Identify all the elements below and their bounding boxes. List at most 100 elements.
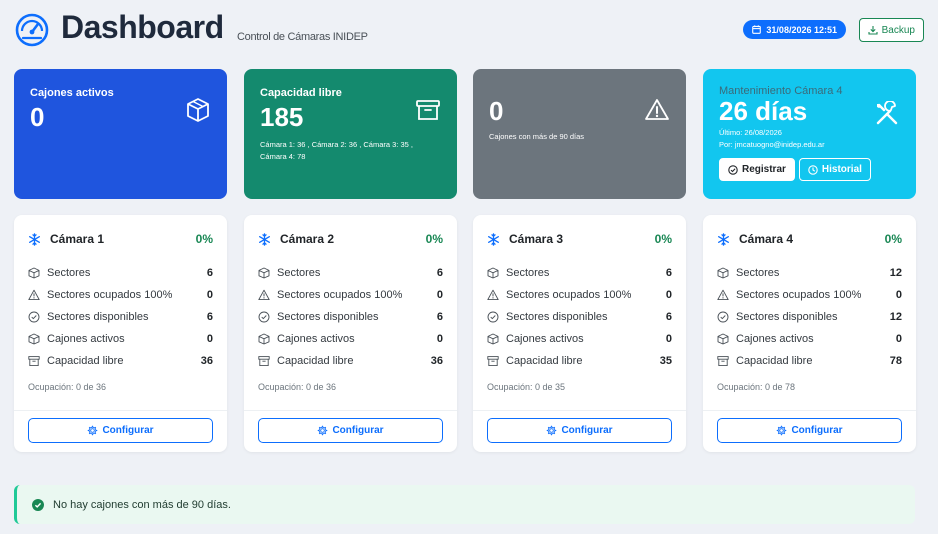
stat-row-label: Capacidad libre [47,355,124,367]
datetime-text: 31/08/2026 12:51 [766,24,837,35]
clock-icon [808,164,818,175]
camera-stat-ocupados: Sectores ocupados 100% 0 [487,284,672,306]
box-icon [487,333,499,345]
stat-row-value: 35 [659,355,672,367]
dashboard-page: Dashboard Control de Cámaras INIDEP 31/0… [0,0,938,534]
snowflake-icon [29,232,40,246]
stat-row-label: Sectores [736,267,780,279]
camera-stat-cajones: Cajones activos 0 [717,328,902,350]
camera-stats: Sectores 6 Sectores ocupados 100% 0 Sectores… [487,262,672,372]
maintenance-by: Por: jmcatuogno@inidep.edu.ar [719,140,825,149]
header: Dashboard Control de Cámaras INIDEP 31/0… [14,9,924,50]
camera-stats: Sectores 12 Sectores ocupados 100% 0 Sectore… [717,262,902,372]
gear-icon [88,425,98,436]
configure-label: Configurar [102,425,154,436]
stat-row-label: Capacidad libre [736,355,813,367]
warning-icon [258,289,270,301]
stat-row-label: Sectores ocupados 100% [506,289,632,301]
stat-label: Cajones activos [30,87,114,99]
camera-stat-sectores: Sectores 12 [717,262,902,284]
camera-title: Cámara 4 [739,232,794,246]
camera-occupancy-percent: 0% [195,232,213,246]
configure-button[interactable]: Configurar [258,418,443,443]
configure-label: Configurar [561,425,613,436]
camera-stat-capacidad: Capacidad libre 36 [258,350,443,372]
box-icon [258,333,270,345]
stat-row-label: Capacidad libre [277,355,354,367]
stat-row-value: 0 [436,333,443,345]
register-maintenance-button[interactable]: Registrar [719,158,795,181]
stat-card-old-drawers: 0 Cajones con más de 90 días [473,69,686,199]
warning-icon [487,289,499,301]
camera-occupancy-text: Ocupación: 0 de 78 [717,382,796,392]
camera-occupancy-text: Ocupación: 0 de 36 [258,382,337,392]
stat-value: 0 [489,96,504,126]
camera-card-2: Cámara 2 0% Sectores 6 Sectores ocupados 100… [244,215,457,452]
check-circle-icon [717,311,729,323]
stat-row-value: 6 [206,267,213,279]
stat-row-value: 12 [889,267,902,279]
stat-row-value: 0 [665,289,672,301]
archive-icon [487,356,499,367]
download-icon [868,26,878,35]
box-icon [28,333,40,345]
camera-occupancy-text: Ocupación: 0 de 36 [28,382,107,392]
configure-button[interactable]: Configurar [487,418,672,443]
divider [703,410,916,411]
configure-label: Configurar [791,425,843,436]
box-icon [258,267,270,279]
stat-row-label: Sectores disponibles [277,311,379,323]
camera-card-1: Cámara 1 0% Sectores 6 Sectores ocupados 100… [14,215,227,452]
stat-row-label: Sectores ocupados 100% [47,289,173,301]
camera-stat-disponibles: Sectores disponibles 12 [717,306,902,328]
divider [473,410,686,411]
stat-row-label: Sectores disponibles [47,311,149,323]
gear-icon [547,425,557,436]
speedometer-icon [15,13,49,47]
maintenance-history-button[interactable]: Historial [798,158,871,181]
camera-card-3: Cámara 3 0% Sectores 6 Sectores ocupados 100… [473,215,686,452]
stat-row-value: 0 [436,289,443,301]
maintenance-actions: Registrar Historial [719,158,871,181]
camera-stat-cajones: Cajones activos 0 [487,328,672,350]
configure-label: Configurar [332,425,384,436]
camera-stat-ocupados: Sectores ocupados 100% 0 [28,284,213,306]
stat-breakdown: Cámara 1: 36 , Cámara 2: 36 , Cámara 3: … [260,140,413,161]
datetime-badge: 31/08/2026 12:51 [743,20,846,39]
camera-stat-sectores: Sectores 6 [487,262,672,284]
stat-row-value: 0 [206,333,213,345]
camera-stats: Sectores 6 Sectores ocupados 100% 0 Sectores… [258,262,443,372]
register-label: Registrar [742,164,786,175]
camera-header: Cámara 3 0% [487,231,672,247]
box-icon [717,333,729,345]
tools-icon [876,101,898,125]
stat-row-value: 6 [436,311,443,323]
camera-occupancy-percent: 0% [884,232,902,246]
camera-stat-ocupados: Sectores ocupados 100% 0 [258,284,443,306]
check-circle-icon [32,498,44,511]
stat-row-value: 6 [436,267,443,279]
backup-button[interactable]: Backup [858,18,924,42]
box-icon [187,98,209,122]
page-title: Dashboard [61,9,224,45]
stat-row-label: Cajones activos [277,333,355,345]
camera-stat-capacidad: Capacidad libre 35 [487,350,672,372]
stat-label: Capacidad libre [260,87,342,99]
archive-icon [28,356,40,367]
check-circle-icon [28,311,40,323]
configure-button[interactable]: Configurar [717,418,902,443]
camera-title: Cámara 3 [509,232,564,246]
box-icon [28,267,40,279]
stat-row-label: Sectores ocupados 100% [277,289,403,301]
stat-row-value: 12 [889,311,902,323]
stat-row-label: Sectores ocupados 100% [736,289,862,301]
page-subtitle: Control de Cámaras INIDEP [237,31,368,43]
stat-row-label: Capacidad libre [506,355,583,367]
camera-header: Cámara 4 0% [717,231,902,247]
camera-occupancy-percent: 0% [654,232,672,246]
configure-button[interactable]: Configurar [28,418,213,443]
stat-row-value: 0 [895,333,902,345]
divider [14,410,227,411]
archive-icon [258,356,270,367]
stat-row-label: Cajones activos [736,333,814,345]
